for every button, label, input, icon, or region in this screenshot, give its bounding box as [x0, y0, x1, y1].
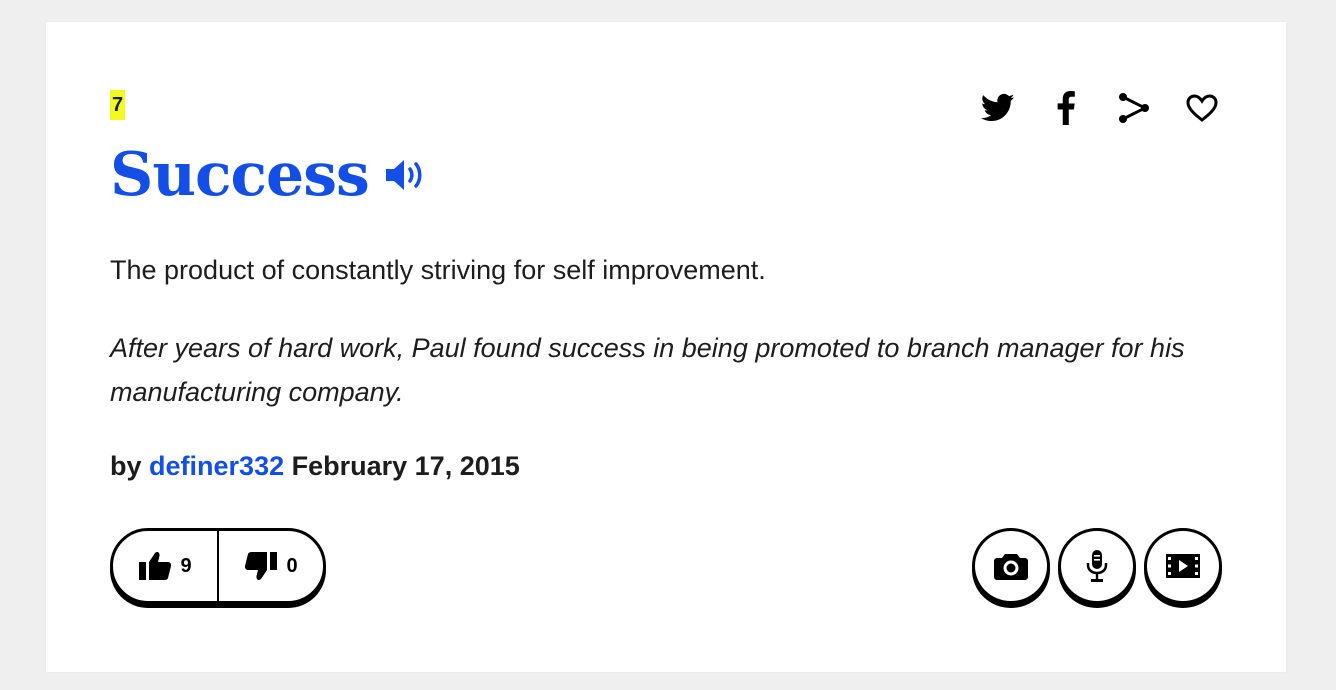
microphone-button[interactable] [1058, 528, 1136, 604]
microphone-icon [1086, 550, 1108, 582]
upvote-count: 9 [180, 554, 192, 577]
title-row: Success [110, 138, 427, 212]
share-bar [978, 88, 1222, 128]
post-date: February 17, 2015 [291, 451, 520, 481]
author-link[interactable]: definer332 [149, 451, 284, 481]
vote-group: 9 0 [110, 528, 326, 604]
by-label: by [110, 451, 142, 481]
video-button[interactable] [1144, 528, 1222, 604]
video-icon [1166, 554, 1200, 578]
facebook-icon[interactable] [1046, 88, 1086, 128]
heart-icon[interactable] [1182, 88, 1222, 128]
thumbs-down-icon [245, 552, 278, 580]
speaker-icon[interactable] [383, 153, 427, 197]
definition-card: 7 Success The product of constantly stri… [46, 22, 1286, 672]
camera-icon [994, 554, 1028, 580]
definition-example: After years of hard work, Paul found suc… [110, 333, 1185, 407]
twitter-icon[interactable] [978, 88, 1018, 128]
media-buttons [972, 528, 1222, 604]
downvote-count: 0 [286, 554, 298, 577]
contributor-line: by definer332 February 17, 2015 [110, 446, 520, 486]
definition-meaning: The product of constantly striving for s… [110, 255, 766, 285]
word-link[interactable]: Success [110, 138, 370, 212]
thumbs-up-icon [139, 552, 172, 580]
thumbs-down-button[interactable]: 0 [219, 531, 323, 601]
rank-badge: 7 [110, 90, 126, 120]
thumbs-up-button[interactable]: 9 [113, 531, 217, 601]
camera-button[interactable] [972, 528, 1050, 604]
share-icon[interactable] [1114, 88, 1154, 128]
